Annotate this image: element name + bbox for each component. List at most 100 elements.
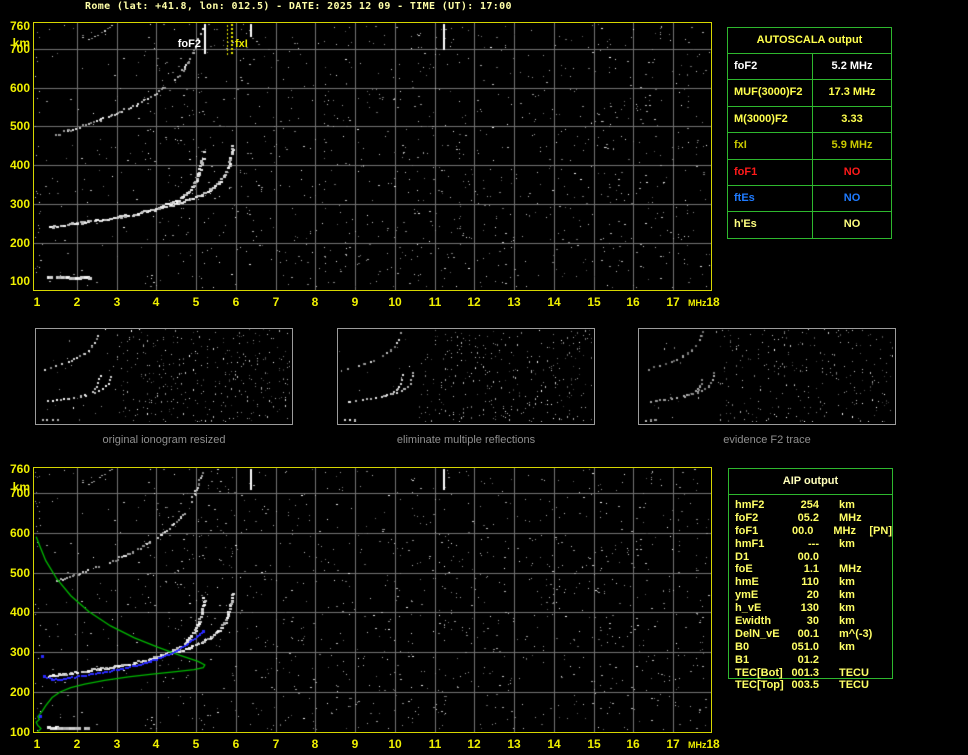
param-label: foF2 <box>728 54 813 80</box>
top-ionogram-canvas <box>34 23 711 290</box>
x-tick-label: 2 <box>73 295 81 309</box>
table-row: foE 1.1 MHz <box>735 563 892 576</box>
x-tick-label: 7 <box>272 295 280 309</box>
x-tick-label: 14 <box>547 737 561 751</box>
aip-table-title: AIP output <box>729 469 892 495</box>
param-value: NO <box>843 165 861 178</box>
param-label: foE <box>735 563 753 576</box>
param-label: ymE <box>735 589 759 602</box>
y-tick-label: 760 <box>9 19 30 33</box>
x-tick-label: 6 <box>232 295 240 309</box>
x-tick-label: 17 <box>666 295 680 309</box>
y-tick-label: 400 <box>9 605 30 619</box>
param-label: TEC[Top] <box>735 679 784 692</box>
table-row: foF2 05.2 MHz <box>735 512 892 525</box>
param-value: NO <box>843 218 861 231</box>
x-tick-label: 11 <box>428 737 442 751</box>
table-row: TEC[Top] 003.5 TECU <box>735 679 892 692</box>
param-label: TEC[Bot] <box>735 666 783 679</box>
x-tick-label: 4 <box>152 295 160 309</box>
x-tick-label: 8 <box>311 295 319 309</box>
panel-caption-evidence: evidence F2 trace <box>723 434 811 446</box>
table-row: B1 01.2 <box>735 654 892 667</box>
x-tick-label: 15 <box>587 295 601 309</box>
param-unit: TECU <box>839 679 869 692</box>
x-tick-label: 3 <box>113 295 121 309</box>
param-label: foF1 <box>735 524 759 537</box>
marker-label-fxI: fxI <box>235 38 248 50</box>
table-row: hmF1 --- km <box>735 538 892 551</box>
param-value: NO <box>843 191 861 204</box>
panel-eliminate-canvas <box>338 329 592 422</box>
bottom-ionogram-canvas <box>34 468 711 732</box>
param-unit: TECU <box>839 666 869 679</box>
aip-table-rows: hmF2 254 km foF2 05.2 MHz foF1 00.0 MHz [PN] hm… <box>729 495 892 692</box>
param-label: foF2 <box>735 511 759 524</box>
panel-caption-original: original ionogram resized <box>102 434 226 446</box>
x-tick-label: 14 <box>547 295 561 309</box>
x-tick-label: 6 <box>232 737 240 751</box>
param-label: ftEs <box>728 185 813 212</box>
param-unit: km <box>839 499 855 511</box>
table-row: ftEs NO <box>728 185 891 213</box>
x-tick-label: 4 <box>152 737 160 751</box>
x-tick-label: 13 <box>507 295 521 309</box>
x-tick-label: 15 <box>587 737 601 751</box>
page-title: Rome (lat: +41.8, lon: 012.5) - DATE: 20… <box>85 1 512 12</box>
panel-original-ionogram <box>35 328 293 425</box>
x-tick-label: 11 <box>428 295 442 309</box>
param-label: foF1 <box>728 159 813 185</box>
autoscala-table: AUTOSCALA output foF2 5.2 MHz MUF(3000)F… <box>727 27 892 239</box>
table-row: M(3000)F2 3.33 <box>728 106 891 134</box>
x-axis-unit-label: MHz <box>688 298 707 308</box>
param-value: 05.2 <box>797 511 819 524</box>
y-tick-label: 200 <box>9 236 30 250</box>
param-unit: km <box>839 602 855 615</box>
x-tick-label: 9 <box>351 737 359 751</box>
table-row: fxI 5.9 MHz <box>728 133 891 160</box>
panel-original-canvas <box>36 329 290 422</box>
table-row: hmF2 254 km <box>735 499 892 512</box>
x-tick-label: 17 <box>666 737 680 751</box>
x-tick-label: 5 <box>192 295 200 309</box>
x-tick-label: 10 <box>388 737 402 751</box>
x-tick-label: 2 <box>73 737 81 751</box>
table-row: h_vE 130 km <box>735 602 892 615</box>
param-unit: m^(-3) <box>839 627 873 640</box>
y-tick-label: 300 <box>9 645 30 659</box>
table-row: D1 00.0 <box>735 551 892 564</box>
param-unit: km <box>839 589 855 602</box>
param-value: 130 <box>800 602 819 615</box>
param-value: 5.2 MHz <box>831 60 873 72</box>
table-row: DelN_vE 00.1 m^(-3) <box>735 628 892 641</box>
panel-evidence-canvas <box>639 329 893 422</box>
param-unit: MHz <box>839 511 862 524</box>
table-row: ymE 20 km <box>735 589 892 602</box>
param-value: 001.3 <box>791 666 819 679</box>
param-label: D1 <box>735 550 750 563</box>
param-label: hmF2 <box>735 499 765 511</box>
table-row: TEC[Bot] 001.3 TECU <box>735 667 892 680</box>
param-value: 1.1 <box>803 563 819 576</box>
y-tick-label: 500 <box>9 566 30 580</box>
table-row: B0 051.0 km <box>735 641 892 654</box>
x-tick-label: 1 <box>33 295 41 309</box>
param-value: 110 <box>801 576 819 589</box>
param-value: 01.2 <box>797 653 819 666</box>
param-value: 00.0 <box>797 550 819 563</box>
x-tick-label: 9 <box>351 295 359 309</box>
param-label: B0 <box>735 640 750 653</box>
param-value: 051.0 <box>791 640 819 653</box>
y-tick-label: 300 <box>9 197 30 211</box>
table-row: foF2 5.2 MHz <box>728 54 891 81</box>
param-value: 00.1 <box>797 627 819 640</box>
param-value: 30 <box>806 615 819 628</box>
x-tick-label: 13 <box>507 737 521 751</box>
param-unit: km <box>839 537 855 550</box>
param-unit <box>839 551 869 564</box>
top-ionogram-plot <box>33 22 712 291</box>
x-tick-label: 7 <box>272 737 280 751</box>
param-value: 003.5 <box>791 679 819 692</box>
x-axis-unit-label: MHz <box>688 740 707 750</box>
x-tick-label: 3 <box>113 737 121 751</box>
